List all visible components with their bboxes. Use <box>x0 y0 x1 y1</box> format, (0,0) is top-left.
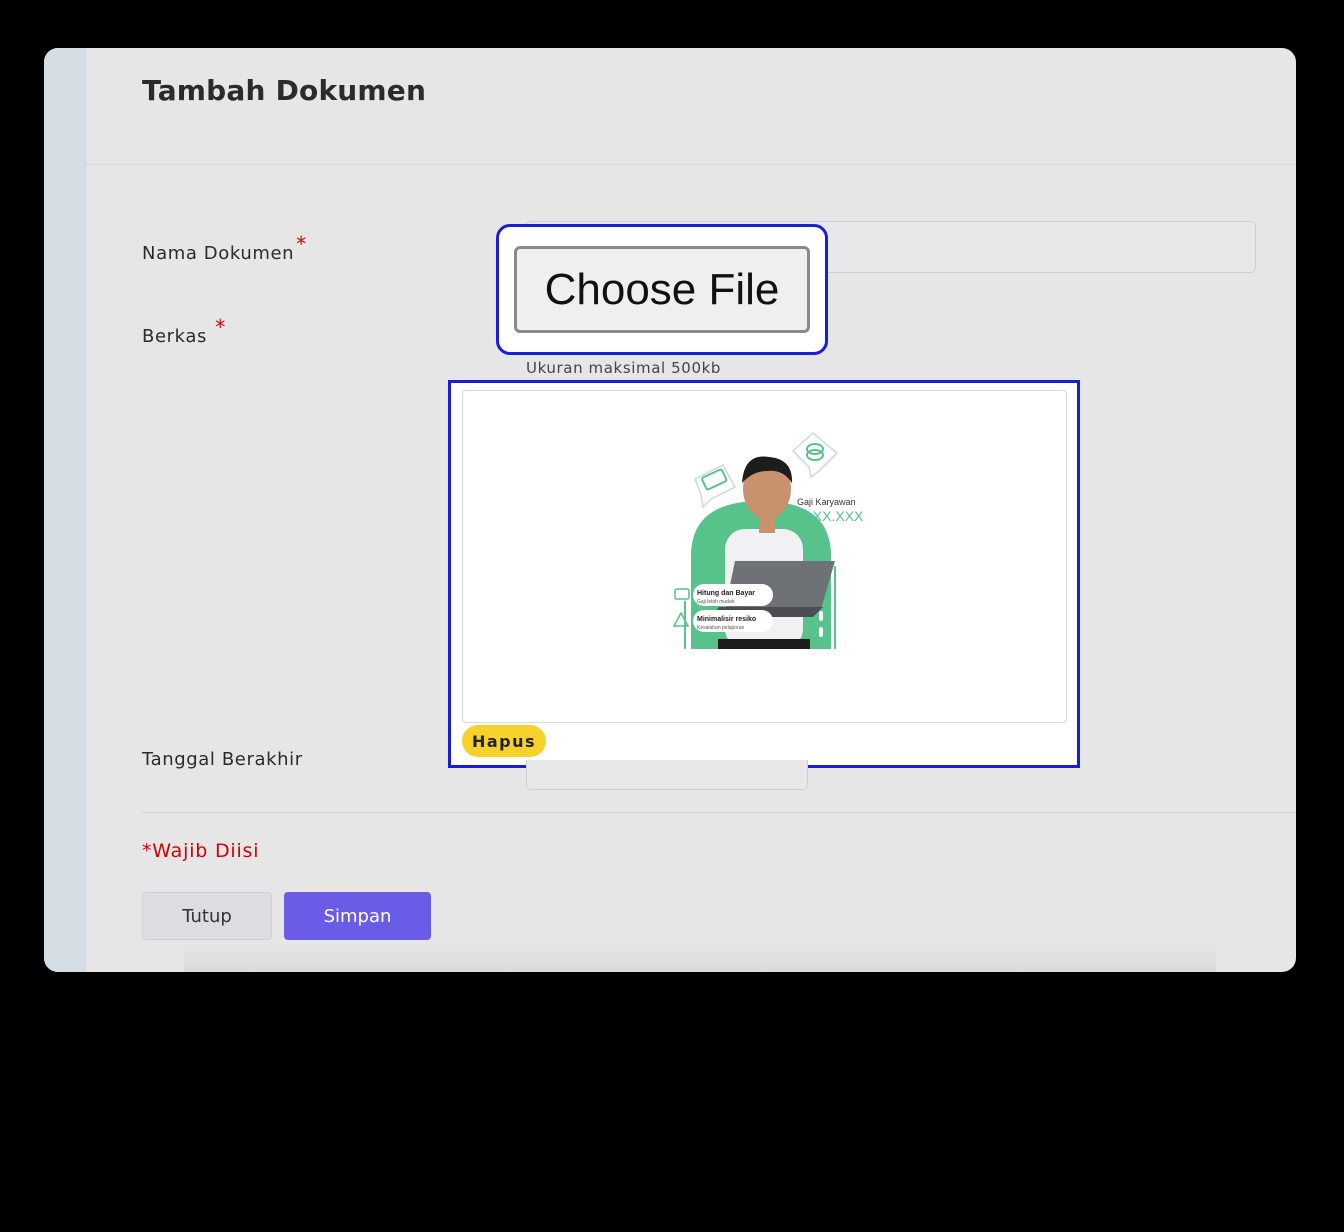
caption-title: Gaji Karyawan <box>797 497 856 507</box>
end-date-input[interactable] <box>526 760 808 790</box>
file-preview: Hitung dan Bayar Gaji lebih mudah Minima… <box>462 390 1067 723</box>
close-button[interactable]: Tutup <box>142 892 272 940</box>
bottom-shadow <box>184 942 1216 972</box>
modal-title: Tambah Dokumen <box>142 74 427 107</box>
choose-file-button[interactable]: Choose File <box>514 246 810 333</box>
file-preview-highlight: Hitung dan Bayar Gaji lebih mudah Minima… <box>448 380 1080 768</box>
money-bubble-icon <box>694 464 737 509</box>
header-divider <box>86 164 1296 165</box>
required-note: *Wajib Diisi <box>142 840 260 862</box>
form-divider <box>142 812 1296 813</box>
name-label-text: Nama Dokumen <box>142 243 295 264</box>
feature-card-1: Hitung dan Bayar Gaji lebih mudah <box>674 584 773 606</box>
card2-sub: Kesalahan pelaporan <box>697 625 744 631</box>
file-size-hint: Ukuran maksimal 500kb <box>526 359 721 377</box>
card2-title: Minimalisir resiko <box>697 616 756 623</box>
caption-value: Rp XX.XXX <box>791 508 864 524</box>
modal-window: Tambah Dokumen Nama Dokumen * Berkas * Ch… <box>44 48 1296 972</box>
required-asterisk: * <box>215 315 226 339</box>
preview-image: Hitung dan Bayar Gaji lebih mudah Minima… <box>672 432 864 649</box>
sidebar-strip <box>44 48 86 972</box>
required-asterisk: * <box>296 232 307 256</box>
feature-card-2: Minimalisir resiko Kesalahan pelaporan <box>672 610 773 632</box>
file-label-text: Berkas <box>142 326 207 347</box>
card1-sub: Gaji lebih mudah <box>697 599 735 605</box>
coins-bubble-icon <box>791 432 839 479</box>
file-label: Berkas * <box>142 315 226 347</box>
file-input-highlight: Choose File <box>496 224 828 355</box>
name-label: Nama Dokumen * <box>142 232 307 264</box>
card1-title: Hitung dan Bayar <box>697 590 755 597</box>
end-date-label: Tanggal Berakhir <box>142 749 303 770</box>
remove-file-button[interactable]: Hapus <box>462 725 546 757</box>
save-button[interactable]: Simpan <box>284 892 431 940</box>
